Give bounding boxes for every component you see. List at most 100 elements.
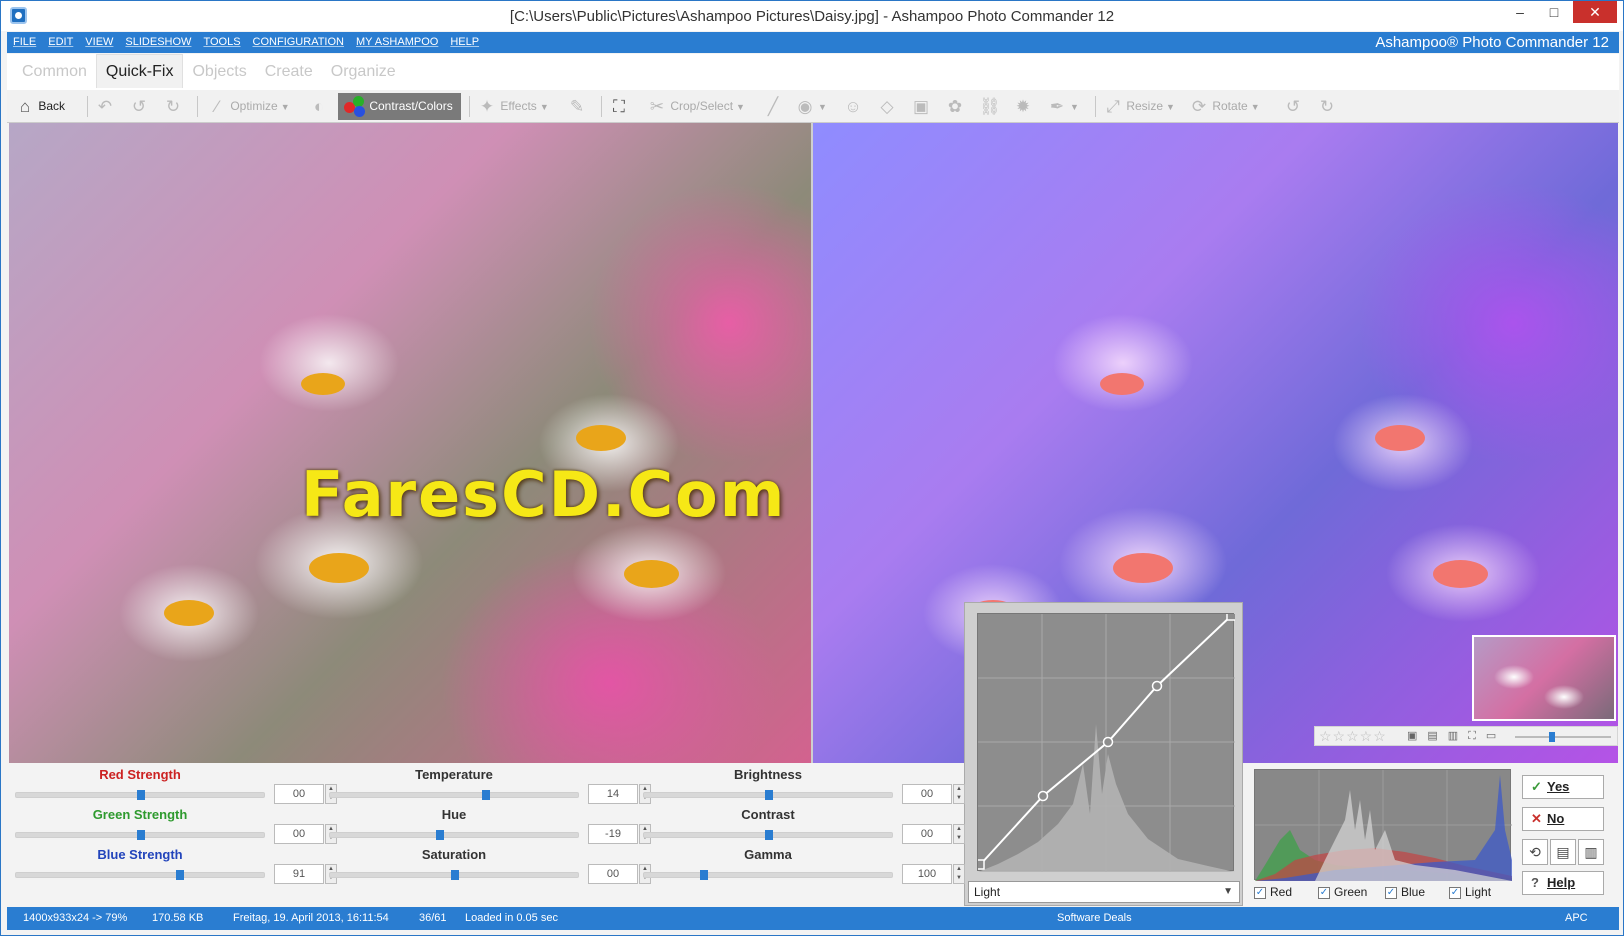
green-strength-value-input[interactable]: 00 ▲ ▼ (274, 824, 337, 844)
green-strength-slider-knob[interactable] (137, 830, 145, 840)
compare-button[interactable]: ◐ (309, 93, 329, 120)
contrast-colors-button[interactable]: Contrast/Colors (338, 93, 461, 120)
curve-point[interactable] (1226, 610, 1237, 621)
gamma-slider-knob[interactable] (700, 870, 708, 880)
tab-quick-fix[interactable]: Quick-Fix (95, 54, 184, 88)
maximize-button[interactable]: □ (1537, 1, 1571, 23)
saturation-slider[interactable] (329, 870, 579, 880)
undo-button[interactable]: ↺ (129, 93, 149, 120)
redo-button[interactable]: ↻ (163, 93, 183, 120)
checkbox-green[interactable]: ✓ Green (1318, 885, 1367, 899)
yes-button[interactable]: ✓ Yes (1522, 775, 1604, 799)
green-strength-slider[interactable] (15, 830, 265, 840)
curve-point[interactable] (1037, 790, 1049, 802)
curve-point[interactable] (1151, 680, 1163, 692)
gear-tool-button[interactable]: ✹ (1013, 93, 1033, 120)
menu-configuration[interactable]: CONFIGURATION (247, 32, 350, 53)
tab-create[interactable]: Create (256, 55, 322, 89)
hue-slider[interactable] (329, 830, 579, 840)
pen-button[interactable]: ✒ ▼ (1047, 93, 1079, 120)
curve-point[interactable] (1102, 736, 1114, 748)
save-icon: ▤ (1556, 844, 1570, 860)
gamma-value-input[interactable]: 100 ▲ ▼ (902, 864, 965, 884)
menu-slideshow[interactable]: SLIDESHOW (119, 32, 197, 53)
hue-value-input[interactable]: -19 ▲ ▼ (588, 824, 651, 844)
rotate-right-icon: ↻ (1319, 96, 1335, 116)
menu-file[interactable]: FILE (7, 32, 42, 53)
contrast-slider-knob[interactable] (765, 830, 773, 840)
checkbox-light[interactable]: ✓ Light (1449, 885, 1491, 899)
save-button[interactable]: ▤ (1550, 839, 1576, 865)
contrast-slider[interactable] (643, 830, 893, 840)
rotate-button[interactable]: ⟳ Rotate ▼ (1189, 93, 1260, 120)
eraser-button[interactable]: ◇ (877, 93, 897, 120)
optimize-button[interactable]: ⁄ Optimize ▼ (207, 93, 290, 120)
saturation-value-input[interactable]: 00 ▲ ▼ (588, 864, 651, 884)
portrait-button[interactable]: ☺ (843, 93, 863, 120)
straighten-button[interactable]: ╱ (763, 93, 783, 120)
red-strength-slider-knob[interactable] (137, 790, 145, 800)
zoom-slider-knob[interactable] (1549, 732, 1555, 742)
curve-channel-select[interactable]: Light ▼ (968, 881, 1240, 903)
contrast-value-input[interactable]: 00 ▲ ▼ (902, 824, 965, 844)
select-tool-button[interactable]: ⛶ (609, 93, 629, 120)
menu-tools[interactable]: TOOLS (197, 32, 246, 53)
hue-slider-knob[interactable] (436, 830, 444, 840)
navigator-thumbnail[interactable] (1472, 635, 1616, 721)
temperature-value-input[interactable]: 14 ▲ ▼ (588, 784, 651, 804)
menu-edit[interactable]: EDIT (42, 32, 79, 53)
tone-curve-plot[interactable] (974, 610, 1237, 872)
menu-view[interactable]: VIEW (79, 32, 119, 53)
red-strength-slider[interactable] (15, 790, 265, 800)
blue-strength-slider-knob[interactable] (176, 870, 184, 880)
help-button[interactable]: ? Help (1522, 871, 1604, 895)
temperature-slider[interactable] (329, 790, 579, 800)
rotate-left-button[interactable]: ↺ (1283, 93, 1303, 120)
tab-organize[interactable]: Organize (322, 55, 405, 89)
red-eye-button[interactable]: ◉ ▼ (795, 93, 827, 120)
navigator-bar: ☆☆☆☆☆ ▣▤▥⛶▭ (1314, 726, 1618, 746)
tab-objects[interactable]: Objects (183, 55, 255, 89)
checkbox-red[interactable]: ✓ Red (1254, 885, 1292, 899)
brush-button[interactable]: ✎ (567, 93, 587, 120)
brightness-spinner-arrows-icon[interactable]: ▲ ▼ (953, 784, 965, 804)
frame-button[interactable]: ▣ (911, 93, 931, 120)
chevron-down-icon: ▼ (1250, 102, 1260, 112)
resize-button[interactable]: ⤢ Resize ▼ (1103, 93, 1175, 120)
effects-button[interactable]: ✦ Effects ▼ (477, 93, 549, 120)
sticker-button[interactable]: ✿ (945, 93, 965, 120)
saturation-slider-knob[interactable] (451, 870, 459, 880)
link-button[interactable]: ⛓ (979, 93, 1001, 120)
brightness-slider-knob[interactable] (765, 790, 773, 800)
zoom-slider[interactable] (1515, 732, 1611, 742)
blue-strength-slider[interactable] (15, 870, 265, 880)
undo-all-button[interactable]: ↶ (95, 93, 115, 120)
checkbox-blue[interactable]: ✓ Blue (1385, 885, 1425, 899)
tab-common[interactable]: Common (13, 55, 96, 89)
rating-stars[interactable]: ☆☆☆☆☆ (1319, 728, 1387, 745)
blue-strength-value-input[interactable]: 91 ▲ ▼ (274, 864, 337, 884)
save-as-button[interactable]: ▥ (1578, 839, 1604, 865)
brightness-slider[interactable] (643, 790, 893, 800)
back-button[interactable]: ⌂ Back (15, 93, 65, 120)
original-image[interactable] (9, 123, 811, 763)
minimize-button[interactable]: – (1503, 1, 1537, 23)
menu-my-ashampoo[interactable]: MY ASHAMPOO (350, 32, 444, 53)
red-strength-label: Red Strength (99, 767, 181, 782)
contrast-spinner-arrows-icon[interactable]: ▲ ▼ (953, 824, 965, 844)
gamma-slider[interactable] (643, 870, 893, 880)
no-button[interactable]: ✕ No (1522, 807, 1604, 831)
gamma-spinner-arrows-icon[interactable]: ▲ ▼ (953, 864, 965, 884)
view-mode-icons[interactable]: ▣▤▥⛶▭ (1407, 729, 1506, 743)
temperature-slider-knob[interactable] (482, 790, 490, 800)
crop-select-button[interactable]: ✂ Crop/Select ▼ (647, 93, 745, 120)
reset-button[interactable]: ⟲ (1522, 839, 1548, 865)
brightness-value-input[interactable]: 00 ▲ ▼ (902, 784, 965, 804)
software-deals-link[interactable]: Software Deals (1057, 907, 1132, 930)
menu-help[interactable]: HELP (444, 32, 485, 53)
undo-all-icon: ↶ (97, 96, 113, 116)
rotate-right-button[interactable]: ↻ (1317, 93, 1337, 120)
curve-point[interactable] (974, 859, 985, 870)
red-strength-value-input[interactable]: 00 ▲ ▼ (274, 784, 337, 804)
close-button[interactable]: ✕ (1573, 1, 1617, 23)
